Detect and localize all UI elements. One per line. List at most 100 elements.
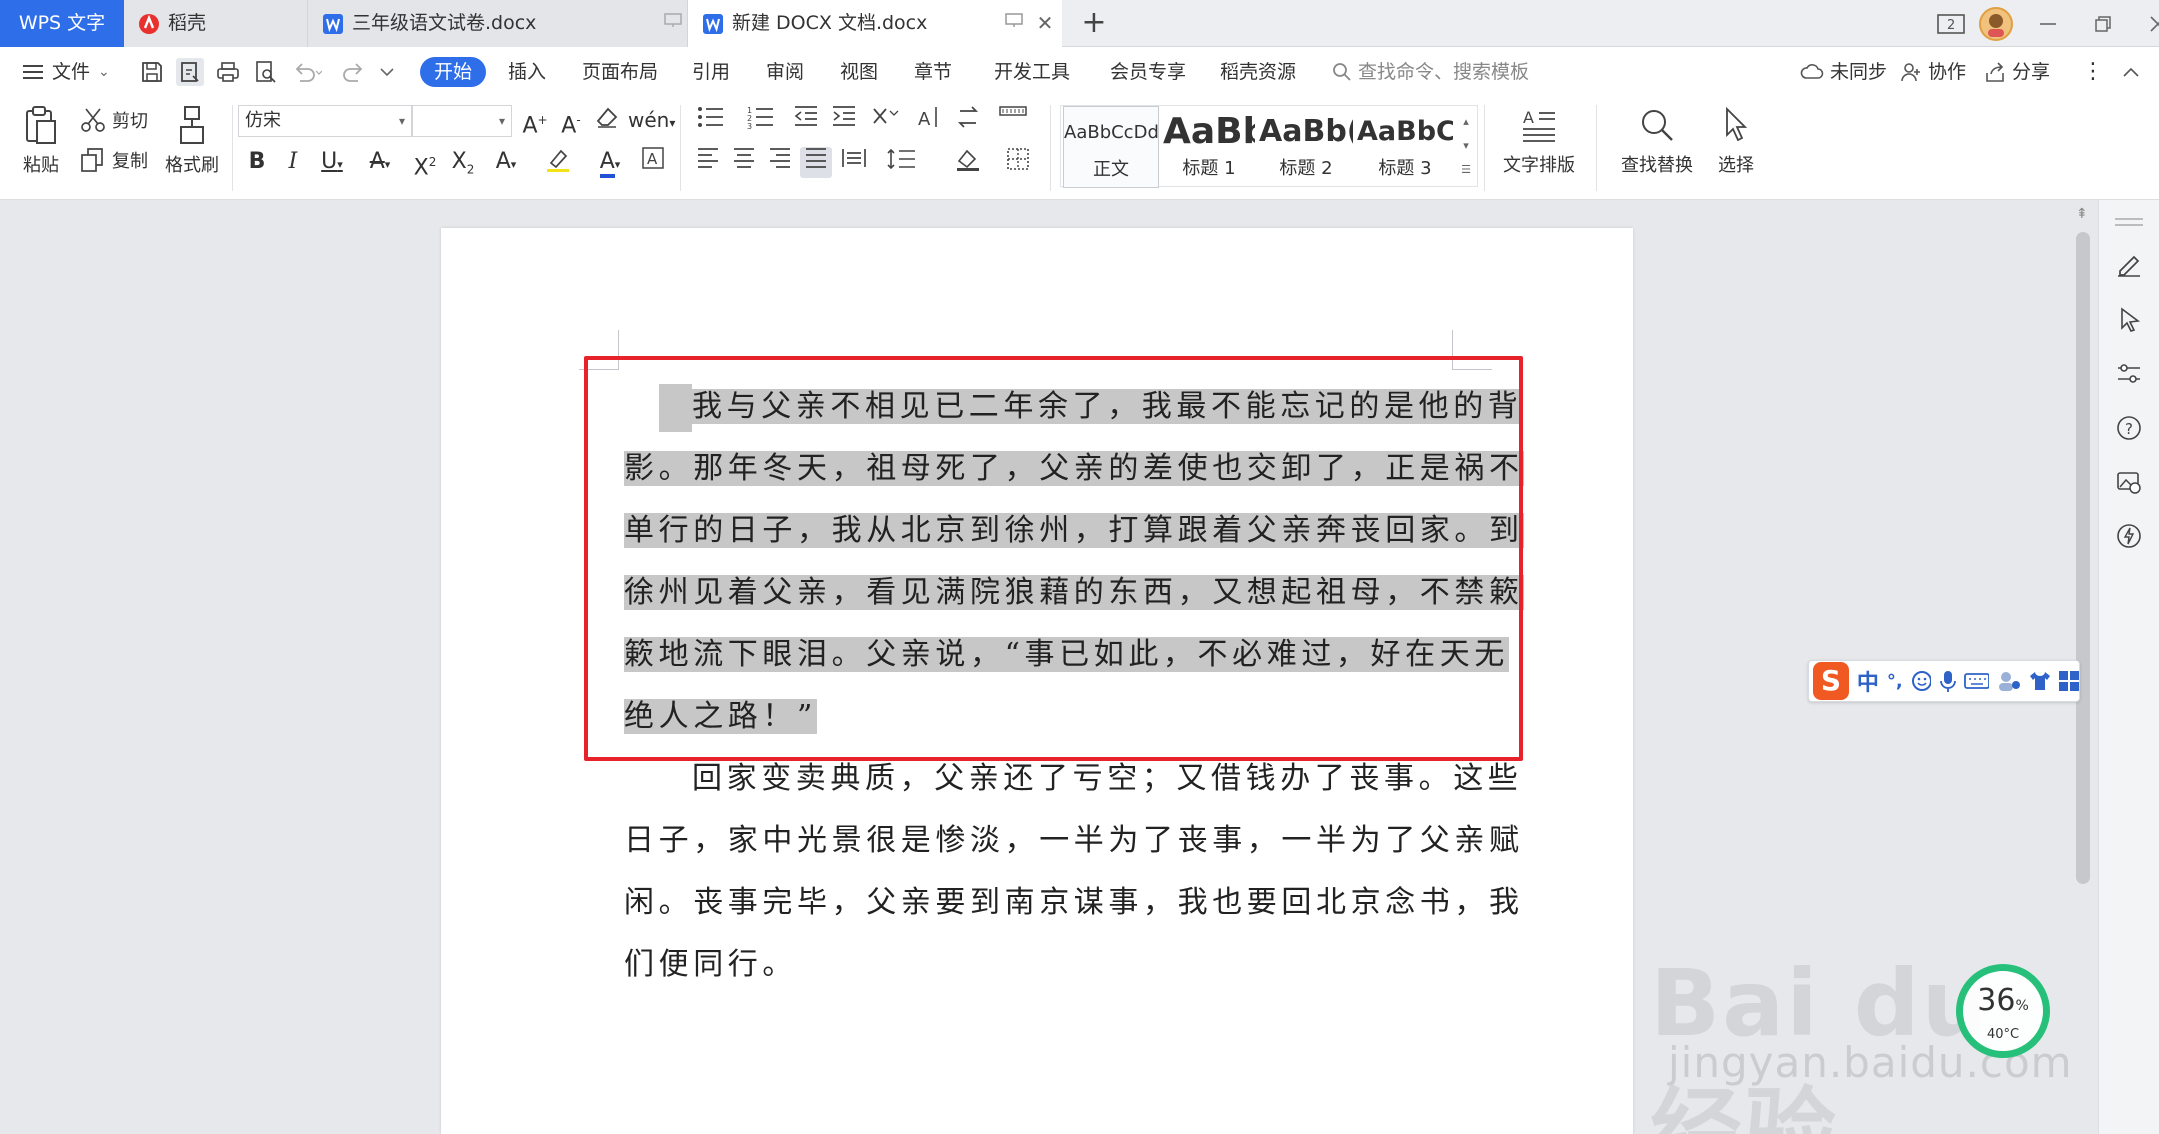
redo-icon[interactable]: [340, 58, 368, 86]
shading-icon[interactable]: [948, 147, 992, 180]
close-window-icon[interactable]: [2128, 2, 2159, 46]
tab-new-doc-active[interactable]: 新建 DOCX 文档.docx ✕: [688, 0, 1062, 47]
tab-references[interactable]: 引用: [692, 47, 730, 97]
sogou-logo-icon[interactable]: S: [1813, 662, 1849, 700]
output-pdf-icon[interactable]: [176, 58, 204, 86]
decrease-indent-icon[interactable]: [790, 105, 822, 136]
bullet-list-icon[interactable]: [690, 105, 732, 138]
file-menu[interactable]: 文件 ⌄: [22, 47, 110, 97]
ime-toolbar[interactable]: S 中 °,: [1808, 660, 2080, 702]
ime-mode[interactable]: 中: [1857, 665, 1879, 697]
text-line[interactable]: 闲。丧事完毕，父亲要到南京谋事，我也要回北京念书，我: [624, 872, 1524, 934]
sidebar-menu-icon[interactable]: [2111, 206, 2147, 242]
chinese-layout-icon[interactable]: [866, 105, 906, 136]
close-tab-icon[interactable]: ✕: [1028, 0, 1062, 47]
toolbox-grid-icon[interactable]: [2058, 670, 2079, 692]
system-monitor-gauge[interactable]: 36% 40°C: [1956, 964, 2050, 1058]
justify-icon[interactable]: [800, 147, 832, 178]
collapse-ribbon-icon[interactable]: [2122, 47, 2140, 97]
tab-exam-doc[interactable]: 三年级语文试卷.docx: [308, 0, 688, 47]
highlight-color-icon[interactable]: [536, 147, 580, 182]
borders-icon[interactable]: [998, 147, 1040, 180]
tab-member[interactable]: 会员专享: [1110, 47, 1186, 97]
style-normal[interactable]: AaBbCcDd 正文: [1063, 106, 1159, 188]
text-line[interactable]: 单行的日子，我从北京到徐州，打算跟着父亲奔丧回家。到: [624, 500, 1524, 562]
print-preview-icon[interactable]: [252, 58, 280, 86]
tab-chapter[interactable]: 章节: [914, 47, 952, 97]
text-direction-icon[interactable]: A: [912, 105, 944, 138]
monitor-icon[interactable]: [1000, 0, 1028, 47]
user-avatar[interactable]: [1974, 2, 2018, 46]
style-heading-1[interactable]: AaBb 标题 1: [1163, 106, 1255, 188]
scroll-up-icon[interactable]: ⇞: [2076, 206, 2088, 222]
text-line[interactable]: 绝人之路！”: [624, 686, 817, 748]
app-home-tab[interactable]: WPS 文字: [0, 0, 124, 47]
more-options-icon[interactable]: ⋮: [2082, 47, 2104, 97]
increase-indent-icon[interactable]: [828, 105, 860, 136]
grow-font-icon[interactable]: A+: [520, 105, 550, 141]
share-button[interactable]: 分享: [1984, 47, 2050, 97]
align-center-icon[interactable]: [728, 147, 760, 178]
paste-button[interactable]: 粘贴: [16, 103, 66, 177]
font-name-select[interactable]: 仿宋 ▾: [238, 105, 412, 137]
bold-icon[interactable]: B: [242, 147, 272, 177]
tab-daoke[interactable]: 稻壳: [124, 0, 308, 47]
style-heading-2[interactable]: AaBb( 标题 2: [1259, 106, 1353, 188]
select-button[interactable]: 选择: [1706, 103, 1766, 177]
microphone-icon[interactable]: [1939, 669, 1957, 693]
pen-edit-icon[interactable]: [2111, 246, 2147, 282]
save-icon[interactable]: [138, 58, 166, 86]
shirt-icon[interactable]: [2028, 670, 2051, 692]
sort-icon[interactable]: [950, 105, 990, 138]
font-color-icon[interactable]: A▾: [590, 147, 630, 180]
tab-developer[interactable]: 开发工具: [994, 47, 1070, 97]
align-right-icon[interactable]: [764, 147, 796, 178]
tab-home[interactable]: 开始: [420, 57, 487, 87]
help-icon[interactable]: ?: [2111, 410, 2147, 446]
undo-icon[interactable]: [290, 58, 324, 86]
font-size-select[interactable]: ▾: [412, 105, 512, 137]
strikethrough-icon[interactable]: A▾: [360, 147, 400, 180]
scrollbar-thumb[interactable]: [2076, 232, 2090, 884]
superscript-icon[interactable]: X2: [408, 147, 442, 183]
ime-punctuation[interactable]: °,: [1887, 671, 1903, 692]
italic-icon[interactable]: I: [278, 147, 308, 177]
command-search[interactable]: 查找命令、搜索模板: [1332, 47, 1529, 97]
emoji-icon[interactable]: [1911, 670, 1932, 692]
tab-insert[interactable]: 插入: [508, 47, 546, 97]
character-border-icon[interactable]: A: [638, 147, 668, 178]
clear-format-icon[interactable]: [592, 105, 622, 138]
phonetic-guide-icon[interactable]: wén▾: [628, 105, 675, 138]
underline-icon[interactable]: U▾: [312, 147, 352, 180]
text-line[interactable]: 我与父亲不相见已二年余了，我最不能忘记的是他的背: [624, 376, 1523, 438]
text-line[interactable]: 们便同行。: [624, 934, 797, 996]
tab-page-layout[interactable]: 页面布局: [582, 47, 658, 97]
document-page[interactable]: 我与父亲不相见已二年余了，我最不能忘记的是他的背 影。那年冬天，祖母死了，父亲的差…: [441, 228, 1633, 1134]
copy-button[interactable]: 复制: [80, 147, 148, 173]
format-painter-button[interactable]: 格式刷: [160, 103, 224, 177]
numbered-list-icon[interactable]: 123: [740, 105, 782, 138]
gallery-scroll-icon[interactable]: ▴ ▾ ☰: [1457, 110, 1475, 182]
text-line[interactable]: 簌地流下眼泪。父亲说，“事已如此，不必难过，好在天无: [624, 624, 1509, 686]
settings-sliders-icon[interactable]: [2111, 356, 2147, 392]
align-left-icon[interactable]: [692, 147, 724, 178]
customize-toolbar-icon[interactable]: [376, 58, 398, 86]
find-replace-button[interactable]: 查找替换: [1606, 103, 1708, 177]
tab-daoke-resources[interactable]: 稻壳资源: [1220, 47, 1296, 97]
collaborate-button[interactable]: 协作: [1900, 47, 1966, 97]
shrink-font-icon[interactable]: A-: [556, 105, 586, 141]
monitor-icon[interactable]: [659, 0, 687, 47]
image-tool-icon[interactable]: [2111, 464, 2147, 500]
text-layout-button[interactable]: A 文字排版: [1494, 103, 1584, 177]
user-skin-icon[interactable]: [1997, 670, 2020, 692]
line-spacing-icon[interactable]: [880, 147, 924, 180]
lightning-tool-icon[interactable]: [2111, 518, 2147, 554]
restore-icon[interactable]: [2078, 2, 2128, 46]
show-marks-icon[interactable]: [996, 105, 1030, 136]
sync-status-button[interactable]: 未同步: [1800, 47, 1887, 97]
minimize-icon[interactable]: [2018, 2, 2078, 46]
distributed-align-icon[interactable]: [838, 147, 870, 178]
text-line[interactable]: 日子，家中光景很是惨淡，一半为了丧事，一半为了父亲赋: [624, 810, 1524, 872]
keyboard-icon[interactable]: [1964, 671, 1989, 691]
new-tab-button[interactable]: +: [1076, 4, 1112, 42]
